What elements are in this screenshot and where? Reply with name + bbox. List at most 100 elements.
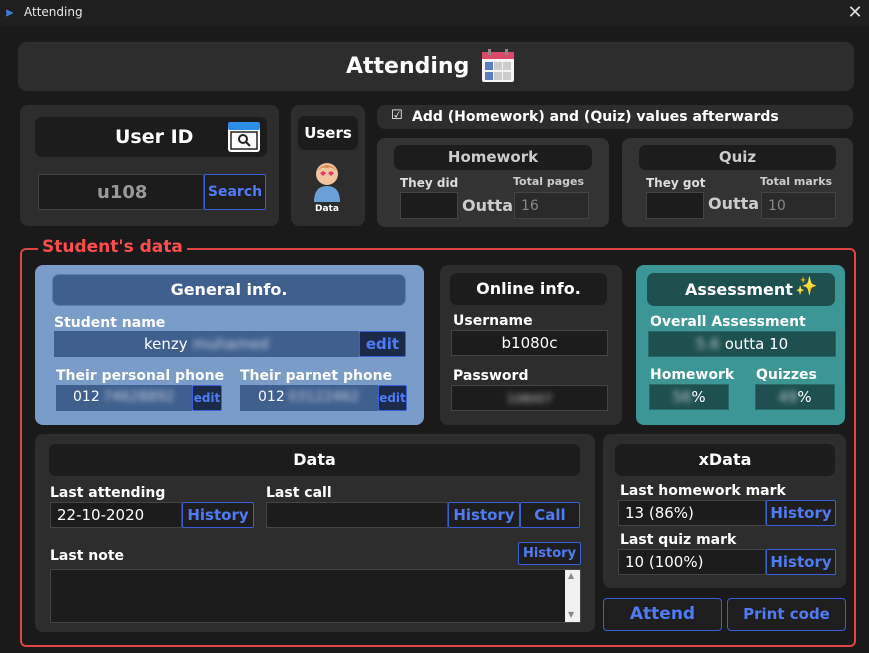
quiz-outta-label: Outta — [708, 194, 760, 213]
total-marks-label: Total marks — [760, 175, 833, 188]
overall-assessment-field: 5.6 outta 10 — [648, 331, 836, 357]
app-logo-icon: ⪢ — [6, 5, 13, 19]
general-info-panel: General info. Student name kenzy muhamed… — [35, 265, 424, 425]
they-got-label: They got — [646, 176, 706, 190]
quizzes-percent-value: 49 — [778, 388, 798, 406]
last-homework-history-button[interactable]: History — [766, 500, 836, 526]
total-pages-value: 16 — [521, 198, 539, 214]
users-button[interactable]: Users — [298, 116, 358, 150]
password-field[interactable]: 108007 — [451, 385, 608, 411]
edit-personal-phone-button[interactable]: edit — [192, 385, 222, 411]
assessment-panel: Assessment ✨ Overall Assessment 5.6 outt… — [636, 265, 845, 425]
assessment-quizzes-field: 49% — [755, 384, 835, 410]
search-button[interactable]: Search — [204, 174, 266, 210]
scroll-down-icon[interactable]: ▼ — [568, 610, 574, 619]
edit-parent-phone-button[interactable]: edit — [378, 385, 407, 411]
homework-percent-value: 56 — [672, 388, 692, 406]
total-pages-label: Total pages — [513, 175, 585, 188]
xdata-panel: xData Last homework mark 13 (86%) Histor… — [603, 434, 846, 588]
last-note-history-button[interactable]: History — [518, 542, 581, 565]
last-note-textarea[interactable]: ▲ ▼ — [50, 569, 581, 623]
checkbox-label[interactable]: Add (Homework) and (Quiz) values afterwa… — [412, 109, 779, 125]
user-id-title: User ID — [115, 126, 194, 148]
user-id-panel: User ID u108 Search — [20, 105, 279, 226]
print-code-button[interactable]: Print code — [727, 598, 846, 631]
calendar-attendance-icon — [482, 49, 514, 82]
personal-phone-field[interactable]: 012 74628892 — [56, 385, 192, 411]
last-attending-field[interactable]: 22-10-2020 — [50, 502, 182, 528]
personal-phone-rest: 74628892 — [103, 389, 175, 405]
student-name-field[interactable]: kenzy muhamed — [54, 331, 359, 357]
last-note-label: Last note — [50, 548, 125, 564]
personal-phone-prefix: 012 — [73, 389, 100, 405]
parent-phone-label: Their parnet phone — [240, 368, 393, 384]
quizzes-percent-sign: % — [797, 388, 812, 406]
homework-header: Homework — [394, 145, 592, 170]
online-info-header: Online info. — [450, 273, 607, 305]
avatar-label: Data — [315, 204, 339, 214]
data-header: Data — [49, 444, 580, 476]
overall-value: 5.6 — [695, 335, 720, 353]
header-banner: Attending — [18, 42, 854, 91]
username-label: Username — [453, 313, 533, 329]
they-got-input[interactable] — [646, 192, 704, 219]
user-avatar-icon[interactable] — [312, 160, 342, 202]
overall-assessment-label: Overall Assessment — [650, 314, 806, 330]
student-last-name: muhamed — [192, 335, 269, 353]
attend-button[interactable]: Attend — [603, 598, 722, 631]
last-quiz-history-button[interactable]: History — [766, 549, 836, 575]
assessment-homework-field: 56% — [649, 384, 729, 410]
homework-percent-sign: % — [691, 388, 706, 406]
total-marks-value: 10 — [768, 198, 786, 214]
user-id-value: u108 — [97, 182, 148, 203]
quiz-header: Quiz — [639, 145, 836, 170]
they-did-label: They did — [400, 176, 459, 190]
last-quiz-mark-label: Last quiz mark — [620, 532, 737, 548]
checkbox-checked-icon[interactable]: ☑ — [391, 108, 403, 123]
search-window-icon — [228, 122, 260, 152]
parent-phone-prefix: 012 — [258, 389, 285, 405]
online-info-panel: Online info. Username b1080c Password 10… — [440, 265, 622, 425]
assessment-header: Assessment ✨ — [647, 273, 835, 306]
options-bar: ☑ Add (Homework) and (Quiz) values after… — [377, 105, 853, 129]
last-call-history-button[interactable]: History — [448, 502, 520, 528]
last-attending-history-button[interactable]: History — [182, 502, 254, 528]
assessment-homework-label: Homework — [650, 367, 735, 383]
last-homework-mark-field[interactable]: 13 (86%) — [618, 500, 766, 526]
last-attending-label: Last attending — [50, 485, 166, 501]
general-info-header: General info. — [52, 274, 406, 306]
user-id-input[interactable]: u108 — [38, 174, 204, 210]
username-field[interactable]: b1080c — [451, 330, 608, 356]
last-quiz-mark-field[interactable]: 10 (100%) — [618, 549, 766, 575]
last-call-field[interactable] — [266, 502, 448, 528]
note-scrollbar[interactable]: ▲ ▼ — [565, 570, 580, 622]
they-did-input[interactable] — [400, 192, 458, 219]
personal-phone-label: Their personal phone — [56, 368, 225, 384]
parent-phone-rest: 03122462 — [288, 389, 360, 405]
overall-suffix: outta 10 — [724, 335, 789, 353]
scroll-up-icon[interactable]: ▲ — [568, 571, 574, 580]
parent-phone-field[interactable]: 012 03122462 — [240, 385, 378, 411]
data-panel: Data Last attending 22-10-2020 History L… — [35, 434, 595, 632]
homework-panel: Homework They did Outta Total pages 16 — [377, 138, 609, 227]
call-button[interactable]: Call — [520, 502, 580, 528]
edit-name-button[interactable]: edit — [359, 331, 406, 357]
user-id-header: User ID — [35, 117, 267, 157]
assessment-quizzes-label: Quizzes — [756, 367, 817, 383]
page-title: Attending — [346, 54, 470, 79]
sparkle-wand-icon: ✨ — [795, 276, 818, 297]
password-label: Password — [453, 368, 529, 384]
student-first-name: kenzy — [144, 335, 188, 353]
total-marks-input[interactable]: 10 — [761, 192, 836, 219]
title-bar: ⪢ Attending ✕ — [0, 0, 869, 26]
last-homework-mark-label: Last homework mark — [620, 483, 786, 499]
total-pages-input[interactable]: 16 — [514, 192, 589, 219]
close-icon[interactable]: ✕ — [845, 2, 865, 24]
student-name-label: Student name — [54, 315, 166, 331]
password-value: 108007 — [506, 392, 553, 406]
quiz-panel: Quiz They got Outta Total marks 10 — [622, 138, 853, 227]
xdata-header: xData — [615, 444, 835, 476]
assessment-title: Assessment — [685, 280, 793, 299]
window-title: Attending — [24, 5, 83, 19]
students-data-legend: Student's data — [38, 237, 187, 257]
